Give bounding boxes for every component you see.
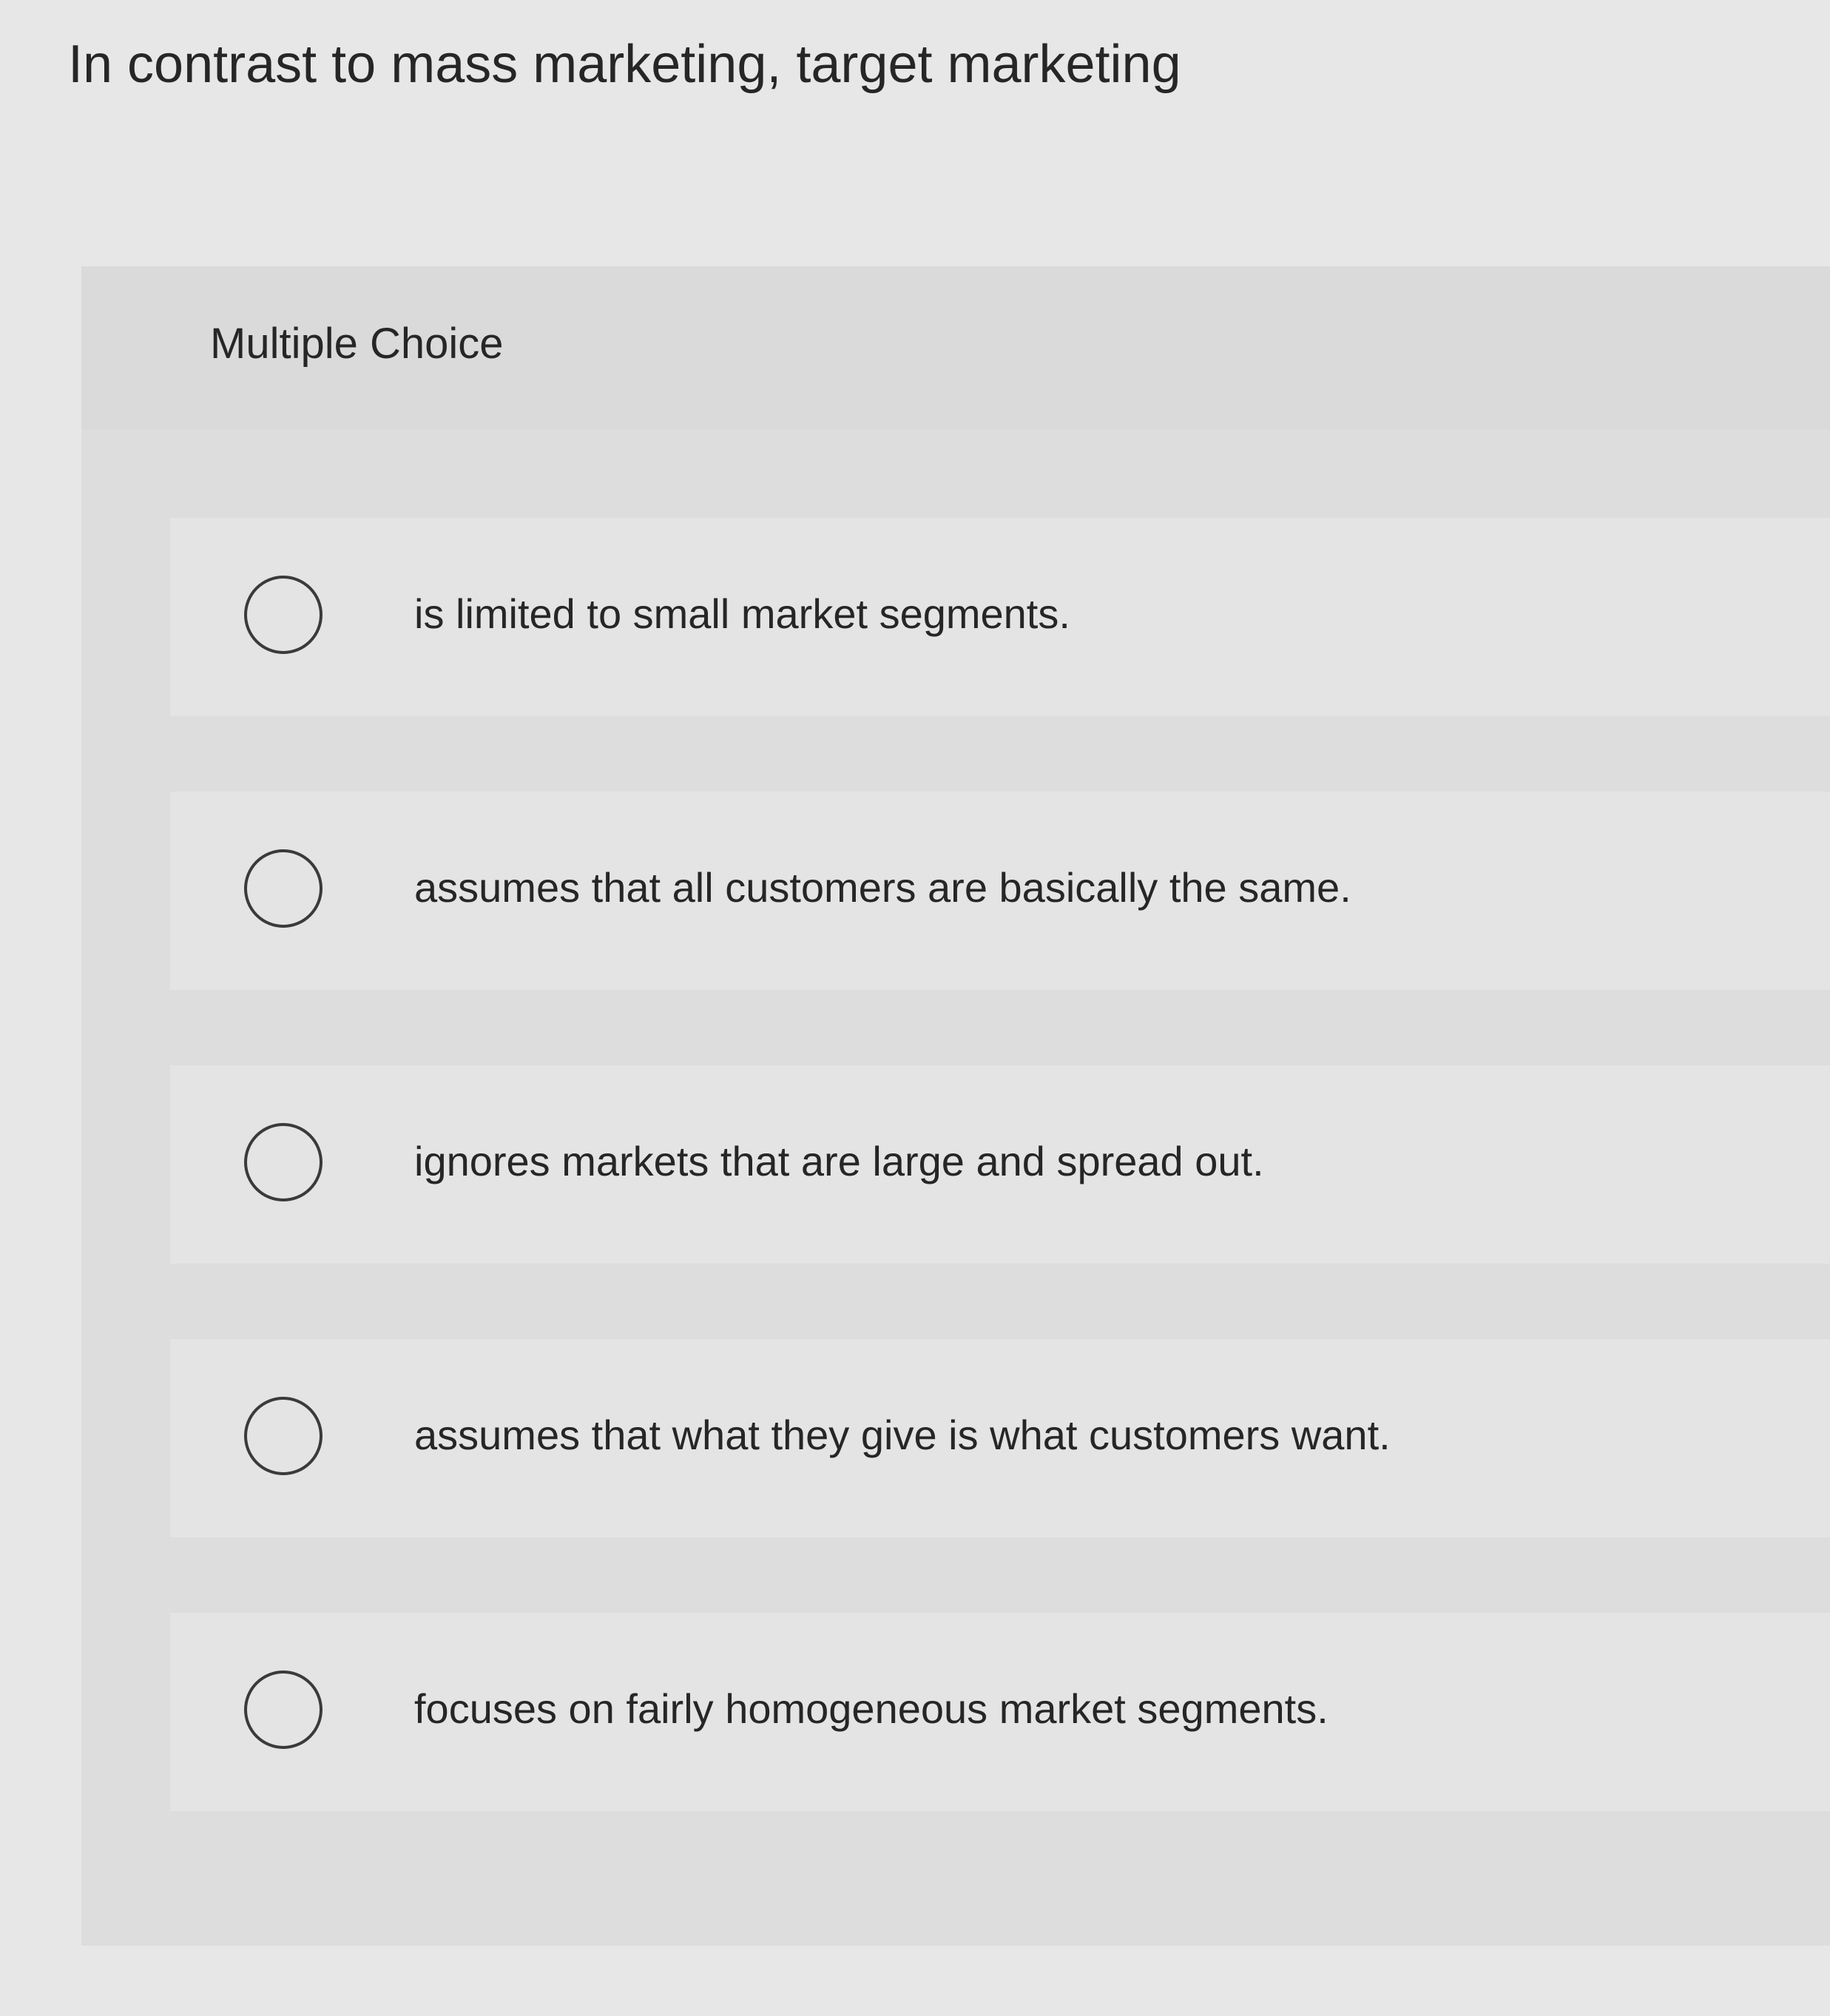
question-text: In contrast to mass marketing, target ma… xyxy=(68,35,1181,94)
answer-option-1[interactable]: is limited to small market segments. xyxy=(170,518,1830,716)
question-type-label: Multiple Choice xyxy=(210,320,504,368)
choice-header: Multiple Choice xyxy=(81,266,1830,429)
answer-option-label: assumes that all customers are basically… xyxy=(414,864,1351,911)
radio-unchecked-icon[interactable] xyxy=(244,1397,323,1475)
multiple-choice-panel: Multiple Choice is limited to small mark… xyxy=(81,266,1830,1946)
answer-option-4[interactable]: assumes that what they give is what cust… xyxy=(170,1339,1830,1537)
answer-option-label: focuses on fairly homogeneous market seg… xyxy=(414,1685,1328,1732)
radio-unchecked-icon[interactable] xyxy=(244,576,323,654)
answer-option-3[interactable]: ignores markets that are large and sprea… xyxy=(170,1065,1830,1264)
answer-option-5[interactable]: focuses on fairly homogeneous market seg… xyxy=(170,1613,1830,1811)
answer-option-label: is limited to small market segments. xyxy=(414,590,1070,637)
answer-options: is limited to small market segments. ass… xyxy=(170,518,1830,1887)
radio-unchecked-icon[interactable] xyxy=(244,1123,323,1201)
radio-unchecked-icon[interactable] xyxy=(244,1671,323,1749)
answer-option-2[interactable]: assumes that all customers are basically… xyxy=(170,792,1830,990)
radio-unchecked-icon[interactable] xyxy=(244,849,323,928)
answer-option-label: assumes that what they give is what cust… xyxy=(414,1412,1391,1458)
answer-option-label: ignores markets that are large and sprea… xyxy=(414,1138,1264,1184)
